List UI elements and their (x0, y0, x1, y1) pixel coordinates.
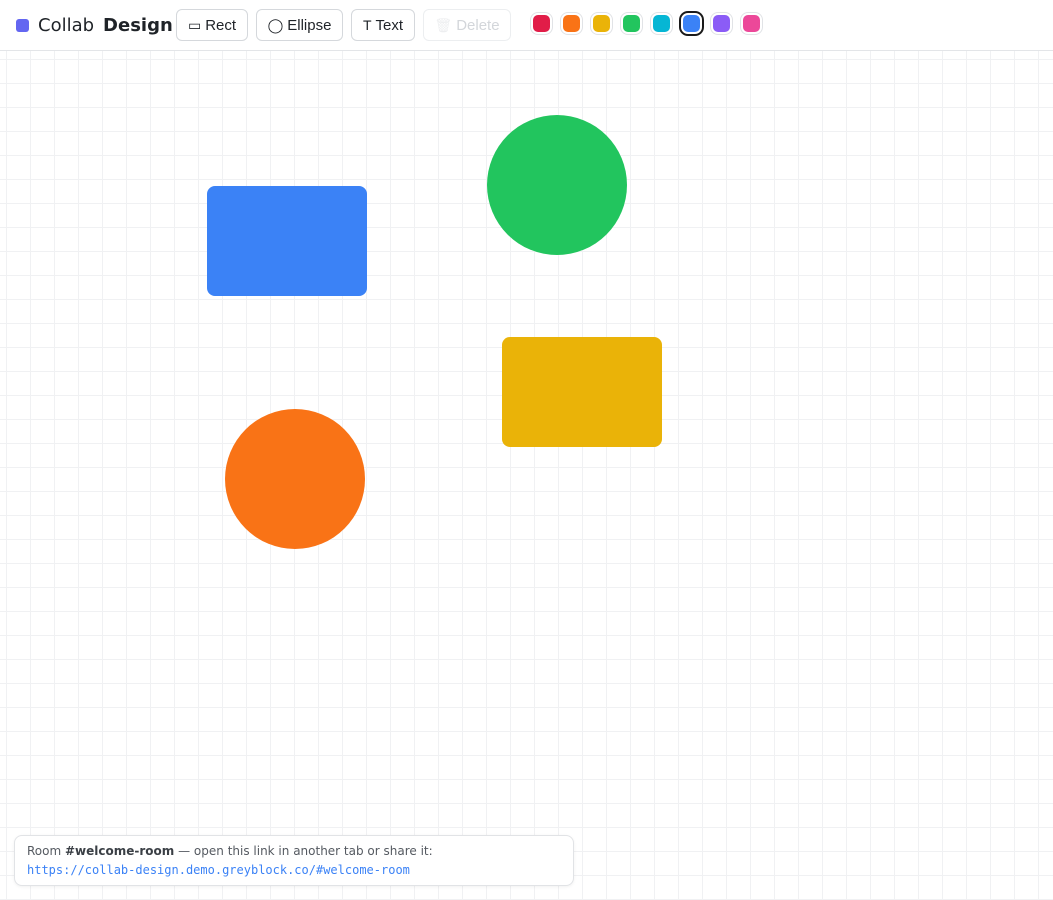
color-swatch-purple[interactable] (711, 13, 732, 34)
color-swatch-yellow[interactable] (591, 13, 612, 34)
rectangle-icon: ▭ (187, 16, 202, 33)
room-prefix: Room (27, 844, 65, 858)
ellipse-tool-button[interactable]: ◯ Ellipse (256, 9, 343, 41)
room-info-text: Room #welcome-room — open this link in a… (27, 844, 561, 860)
color-swatch-green[interactable] (621, 13, 642, 34)
color-swatch-orange[interactable] (561, 13, 582, 34)
color-swatch-red[interactable] (531, 13, 552, 34)
delete-button[interactable]: 🗑 Delete (423, 9, 511, 41)
room-name: #welcome-room (65, 844, 175, 858)
circle-icon: ◯ (267, 16, 284, 33)
ellipse-tool-label: Ellipse (287, 16, 332, 34)
drawing-canvas[interactable] (0, 51, 1053, 900)
rect-tool-label: Rect (205, 16, 237, 34)
room-instructions: — open this link in another tab or share… (174, 844, 433, 858)
app-title-light: Collab (38, 14, 95, 36)
color-swatch-blue[interactable] (681, 13, 702, 34)
rect-tool-button[interactable]: ▭ Rect (176, 9, 248, 41)
text-tool-label: Text (375, 16, 404, 34)
ellipse-shape[interactable] (487, 115, 627, 255)
room-share-link[interactable]: https://collab-design.demo.greyblock.co/… (27, 863, 561, 877)
rectangle-shape[interactable] (207, 186, 367, 296)
text-icon: T (362, 17, 372, 33)
toolbar: Collab Design ▭ Rect ◯ Ellipse T Text 🗑 … (0, 0, 1053, 51)
ellipse-shape[interactable] (225, 409, 365, 549)
text-tool-button[interactable]: T Text (351, 9, 415, 41)
rectangle-shape[interactable] (502, 337, 662, 447)
trash-icon: 🗑 (434, 16, 453, 33)
app-logo-icon (16, 18, 29, 32)
room-share-panel: Room #welcome-room — open this link in a… (14, 835, 574, 886)
app-brand: Collab Design (16, 13, 173, 37)
delete-label: Delete (456, 16, 500, 34)
color-swatch-cyan[interactable] (651, 13, 672, 34)
color-swatch-pink[interactable] (741, 13, 762, 34)
app-title-bold: Design (103, 14, 173, 36)
